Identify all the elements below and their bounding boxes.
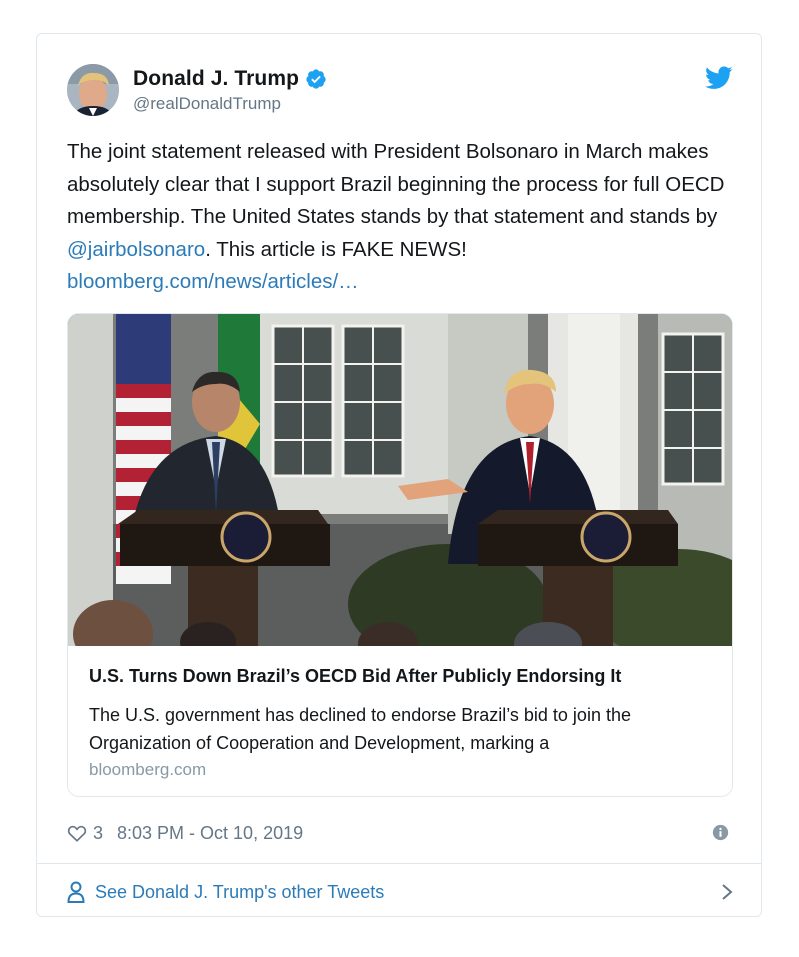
author-handle[interactable]: @realDonaldTrump — [133, 94, 327, 114]
article-photo[interactable] — [68, 314, 732, 646]
twitter-bird-icon[interactable] — [705, 66, 733, 90]
tweet-text-part-1: The joint statement released with Presid… — [67, 140, 725, 228]
tweet-footer: 3 8:03 PM - Oct 10, 2019 — [67, 820, 733, 846]
tweet-header: Donald J. Trump @realDonaldTrump — [67, 61, 733, 121]
see-other-tweets-link[interactable]: See Donald J. Trump's other Tweets — [67, 877, 733, 907]
verified-badge-icon — [306, 69, 326, 89]
heart-icon[interactable] — [67, 824, 87, 842]
preview-title[interactable]: U.S. Turns Down Brazil’s OECD Bid After … — [89, 666, 621, 687]
chevron-right-icon[interactable] — [721, 883, 733, 901]
preview-domain: bloomberg.com — [89, 760, 207, 779]
like-count[interactable]: 3 — [93, 823, 103, 844]
footer-divider — [37, 863, 761, 864]
info-icon[interactable] — [712, 824, 729, 841]
preview-description: The U.S. government has declined to endo… — [89, 705, 631, 753]
author-name[interactable]: Donald J. Trump — [133, 67, 299, 91]
link-card[interactable]: U.S. Turns Down Brazil’s OECD Bid After … — [67, 313, 733, 797]
author-block: Donald J. Trump @realDonaldTrump — [133, 67, 327, 114]
mention-link[interactable]: @jairbolsonaro — [67, 238, 205, 261]
avatar[interactable] — [67, 64, 119, 116]
see-other-tweets-label[interactable]: See Donald J. Trump's other Tweets — [95, 882, 384, 903]
tweet-text-part-2: . This article is FAKE NEWS! — [205, 237, 467, 261]
tweet-card: Donald J. Trump @realDonaldTrump The joi… — [36, 33, 762, 917]
tweet-text: The joint statement released with Presid… — [67, 136, 737, 299]
article-link[interactable]: bloomberg.com/news/articles/… — [67, 270, 359, 293]
person-icon — [67, 881, 85, 903]
link-preview[interactable]: U.S. Turns Down Brazil’s OECD Bid After … — [68, 646, 732, 796]
timestamp[interactable]: 8:03 PM - Oct 10, 2019 — [117, 823, 303, 844]
